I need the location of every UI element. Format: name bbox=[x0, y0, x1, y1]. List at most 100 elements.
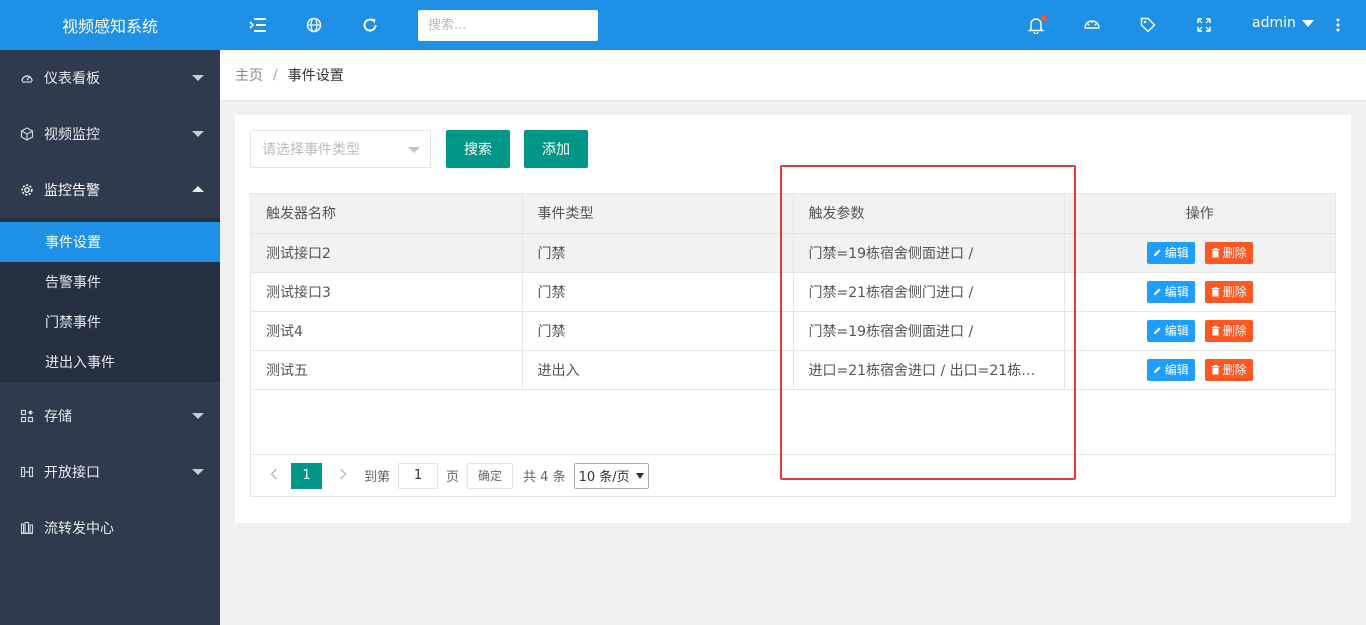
cell-actions: 编辑 删除 bbox=[1064, 311, 1335, 351]
cell-actions: 编辑 删除 bbox=[1064, 350, 1335, 390]
cell-type: 门禁 bbox=[522, 272, 794, 312]
breadcrumb-separator: / bbox=[273, 67, 278, 83]
breadcrumb-home[interactable]: 主页 bbox=[235, 65, 263, 85]
gear-icon bbox=[20, 183, 34, 197]
column-header: 事件类型 bbox=[522, 194, 794, 234]
cell-params: 进口=21栋宿舍进口 / 出口=21栋宿舍出口 / bbox=[793, 350, 1065, 390]
column-header: 触发器名称 bbox=[251, 194, 523, 234]
search-button[interactable]: 搜索 bbox=[446, 130, 510, 168]
fullscreen-icon[interactable] bbox=[1193, 14, 1215, 36]
interface-icon bbox=[20, 465, 34, 479]
chevron-down-icon bbox=[408, 147, 420, 153]
cell-name: 测试4 bbox=[251, 311, 523, 351]
page-unit: 页 bbox=[446, 470, 460, 485]
cell-actions: 编辑 删除 bbox=[1064, 233, 1335, 273]
cell-type: 门禁 bbox=[522, 311, 794, 351]
delete-button[interactable]: 删除 bbox=[1204, 358, 1253, 381]
chevron-down-icon bbox=[192, 469, 204, 475]
edit-button[interactable]: 编辑 bbox=[1146, 319, 1195, 342]
select-placeholder: 请选择事件类型 bbox=[262, 142, 360, 158]
chevron-down-icon bbox=[192, 131, 204, 137]
breadcrumb-current: 事件设置 bbox=[287, 68, 344, 84]
chevron-up-icon bbox=[192, 186, 204, 192]
theme-icon[interactable] bbox=[1081, 14, 1103, 36]
pagination: 1 到第 页 确定 共 4 条 10 条/页 bbox=[251, 454, 1335, 496]
notification-dot bbox=[1041, 15, 1047, 21]
sidebar-item-label: 仪表看板 bbox=[44, 71, 100, 87]
table-row: 测试4 门禁 门禁=19栋宿舍侧面进口 / 编辑 删除 bbox=[251, 311, 1335, 351]
column-header: 触发参数 bbox=[793, 194, 1065, 234]
edit-button[interactable]: 编辑 bbox=[1146, 358, 1195, 381]
delete-label: 删除 bbox=[1222, 285, 1247, 299]
sidebar-subitem-entry-exit-events[interactable]: 进出入事件 bbox=[0, 342, 220, 382]
cell-name: 测试接口3 bbox=[251, 272, 523, 312]
add-button[interactable]: 添加 bbox=[524, 130, 588, 168]
sidebar-subitem-access-events[interactable]: 门禁事件 bbox=[0, 302, 220, 342]
globe-icon[interactable] bbox=[303, 14, 325, 36]
cell-params: 门禁=19栋宿舍侧面进口 / bbox=[793, 233, 1065, 273]
page-size-value: 10 条/页 bbox=[578, 470, 630, 485]
content-card: 请选择事件类型 搜索 添加 触发器名称 事件类型 触发参数 操作 测试接口2 门… bbox=[235, 115, 1351, 523]
breadcrumb: 主页 / 事件设置 bbox=[220, 50, 1366, 101]
submenu: 事件设置 告警事件 门禁事件 进出入事件 bbox=[0, 218, 220, 382]
goto-page-input[interactable] bbox=[398, 462, 439, 489]
prev-page-icon[interactable] bbox=[261, 468, 287, 484]
next-page-icon[interactable] bbox=[330, 468, 356, 484]
column-header: 操作 bbox=[1064, 194, 1335, 234]
delete-button[interactable]: 删除 bbox=[1204, 280, 1253, 303]
edit-label: 编辑 bbox=[1164, 363, 1189, 377]
goto-confirm-button[interactable]: 确定 bbox=[467, 462, 514, 489]
table-row: 测试接口3 门禁 门禁=21栋宿舍侧门进口 / 编辑 删除 bbox=[251, 272, 1335, 312]
tag-icon[interactable] bbox=[1137, 14, 1159, 36]
bell-icon[interactable] bbox=[1025, 14, 1047, 36]
more-icon[interactable] bbox=[1327, 14, 1349, 36]
user-menu[interactable]: admin bbox=[1252, 15, 1314, 31]
username: admin bbox=[1252, 15, 1296, 31]
top-header: admin bbox=[220, 0, 1366, 50]
cell-params: 门禁=19栋宿舍侧面进口 / bbox=[793, 311, 1065, 351]
cell-name: 测试五 bbox=[251, 350, 523, 390]
delete-label: 删除 bbox=[1222, 246, 1247, 260]
edit-label: 编辑 bbox=[1164, 324, 1189, 338]
delete-label: 删除 bbox=[1222, 324, 1247, 338]
sidebar-item-open-api[interactable]: 开放接口 bbox=[0, 444, 220, 500]
sidebar-subitem-event-settings[interactable]: 事件设置 bbox=[0, 222, 220, 262]
delete-button[interactable]: 删除 bbox=[1204, 241, 1253, 264]
sidebar-item-storage[interactable]: 存储 bbox=[0, 388, 220, 444]
sidebar-item-video-monitor[interactable]: 视频监控 bbox=[0, 106, 220, 162]
table-row: 测试接口2 门禁 门禁=19栋宿舍侧面进口 / 编辑 删除 bbox=[251, 233, 1335, 273]
cell-type: 进出入 bbox=[522, 350, 794, 390]
apps-icon bbox=[20, 409, 34, 423]
sidebar-item-label: 视频监控 bbox=[44, 127, 100, 143]
sidebar-item-label: 存储 bbox=[44, 409, 72, 425]
search-input[interactable] bbox=[418, 10, 598, 41]
trigger-table: 触发器名称 事件类型 触发参数 操作 测试接口2 门禁 门禁=19栋宿舍侧面进口… bbox=[250, 193, 1336, 497]
cell-name: 测试接口2 bbox=[251, 233, 523, 273]
sidebar-subitem-alarm-events[interactable]: 告警事件 bbox=[0, 262, 220, 302]
page-size-select[interactable]: 10 条/页 bbox=[573, 462, 649, 489]
menu-toggle-icon[interactable] bbox=[247, 14, 269, 36]
edit-button[interactable]: 编辑 bbox=[1146, 241, 1195, 264]
delete-button[interactable]: 删除 bbox=[1204, 319, 1253, 342]
trash-icon bbox=[1211, 364, 1220, 375]
sidebar-item-stream-forward[interactable]: 流转发中心 bbox=[0, 500, 220, 556]
sidebar-item-dashboard[interactable]: 仪表看板 bbox=[0, 50, 220, 106]
trash-icon bbox=[1211, 325, 1220, 336]
chevron-down-icon bbox=[1301, 19, 1314, 27]
trash-icon bbox=[1211, 286, 1220, 297]
pencil-icon bbox=[1153, 248, 1162, 257]
trash-icon bbox=[1211, 247, 1220, 258]
delete-label: 删除 bbox=[1222, 363, 1247, 377]
refresh-icon[interactable] bbox=[359, 14, 381, 36]
app-title: 视频感知系统 bbox=[0, 0, 220, 50]
page-current[interactable]: 1 bbox=[291, 462, 322, 489]
sidebar-item-monitor-alarm[interactable]: 监控告警 bbox=[0, 162, 220, 218]
edit-label: 编辑 bbox=[1164, 246, 1189, 260]
total-count: 共 4 条 bbox=[523, 470, 566, 485]
sidebar: 视频感知系统 仪表看板 视频监控 监控告警 事件设置 告警事件 门禁事件 进出入… bbox=[0, 0, 220, 625]
edit-button[interactable]: 编辑 bbox=[1146, 280, 1195, 303]
goto-label: 到第 bbox=[364, 470, 391, 485]
event-type-select[interactable]: 请选择事件类型 bbox=[250, 130, 431, 168]
sidebar-item-label: 开放接口 bbox=[44, 465, 100, 481]
sidebar-item-label: 监控告警 bbox=[44, 183, 100, 199]
